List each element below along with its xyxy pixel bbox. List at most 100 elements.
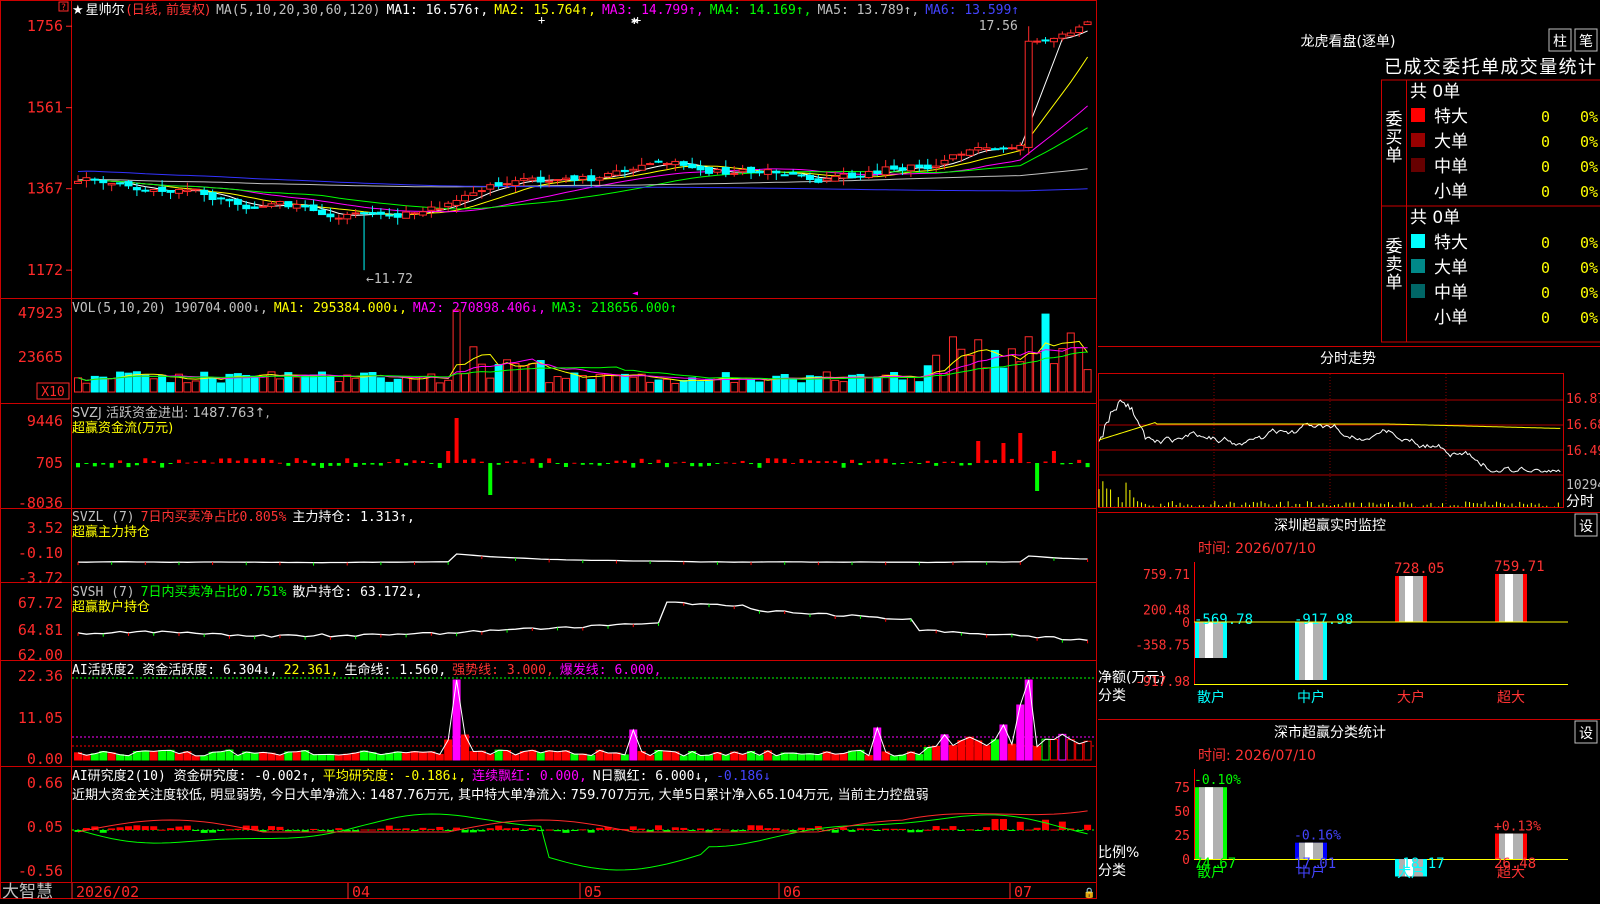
fundflow-bar[interactable] (807, 460, 812, 463)
research-bar[interactable] (200, 830, 208, 833)
fundflow-bar[interactable] (883, 458, 888, 463)
volume-bar[interactable] (654, 379, 663, 393)
activity-bar[interactable] (385, 752, 394, 761)
activity-bar[interactable] (755, 754, 764, 761)
activity-bar[interactable] (410, 751, 419, 761)
fundflow-bar[interactable] (1018, 433, 1023, 463)
activity-bar[interactable] (1083, 740, 1092, 761)
research-bar[interactable] (739, 830, 747, 832)
candle-body[interactable] (974, 147, 983, 151)
volume-bar[interactable] (789, 378, 798, 393)
research-bar[interactable] (217, 830, 225, 831)
candle-body[interactable] (275, 200, 284, 205)
fundflow-bar[interactable] (303, 460, 308, 463)
fundflow-bar[interactable] (816, 461, 821, 463)
research-bar[interactable] (368, 829, 376, 831)
volume-bar[interactable] (326, 376, 335, 393)
fundflow-bar[interactable] (1077, 459, 1082, 463)
activity-bar[interactable] (124, 755, 133, 761)
candle-body[interactable] (444, 202, 453, 208)
fundflow-bar[interactable] (412, 460, 417, 463)
volume-bar[interactable] (797, 382, 806, 393)
research-bar[interactable] (183, 825, 191, 830)
candle-body[interactable] (317, 209, 326, 216)
fundflow-bar[interactable] (942, 461, 947, 463)
candle-body[interactable] (604, 172, 613, 178)
research-bar[interactable] (99, 830, 107, 833)
candle-body[interactable] (200, 189, 209, 196)
activity-bar[interactable] (191, 755, 200, 761)
candle-body[interactable] (503, 183, 512, 186)
fundflow-bar[interactable] (328, 463, 333, 466)
research-bar[interactable] (310, 828, 318, 830)
fundflow-bar[interactable] (967, 463, 972, 466)
volume-bar[interactable] (587, 379, 596, 393)
research-bar[interactable] (167, 828, 175, 830)
fundflow-bar[interactable] (513, 460, 518, 463)
stock-name[interactable]: 星帅尔 (86, 3, 125, 18)
fundflow-bar[interactable] (235, 460, 240, 463)
activity-bar[interactable] (326, 753, 335, 761)
activity-bar[interactable] (805, 753, 814, 761)
activity-bar[interactable] (158, 750, 167, 761)
activity-bar[interactable] (915, 754, 924, 761)
fundflow-bar[interactable] (656, 459, 661, 463)
activity-bar[interactable] (351, 752, 360, 761)
fundflow-bar[interactable] (446, 451, 451, 463)
research-bar[interactable] (713, 828, 721, 830)
activity-bar[interactable] (368, 752, 377, 761)
lhb-stat-tabs[interactable]: 已成交委托单成交量统计 (1384, 57, 1596, 78)
volume-bar[interactable] (1041, 313, 1050, 393)
volume-bar[interactable] (334, 381, 343, 393)
candle-body[interactable] (772, 170, 781, 174)
research-bar[interactable] (1033, 827, 1041, 830)
fundflow-bar[interactable] (1035, 463, 1040, 491)
activity-bar[interactable] (873, 727, 882, 761)
volume-bar[interactable] (158, 374, 167, 393)
candle-body[interactable] (1058, 33, 1067, 39)
candle-body[interactable] (343, 213, 352, 220)
fundflow-bar[interactable] (134, 463, 139, 466)
research-bar[interactable] (781, 829, 789, 831)
research-bar[interactable] (478, 830, 486, 832)
volume-bar[interactable] (1049, 363, 1058, 393)
candle-body[interactable] (351, 212, 360, 215)
research-bar[interactable] (276, 826, 284, 830)
activity-bar[interactable] (839, 752, 848, 761)
fundflow-bar[interactable] (1060, 463, 1065, 465)
activity-bar[interactable] (797, 753, 806, 761)
volume-bar[interactable] (1058, 348, 1067, 393)
activity-bar[interactable] (1007, 743, 1016, 761)
research-bar[interactable] (856, 828, 864, 830)
fundflow-bar[interactable] (185, 462, 190, 464)
candle-body[interactable] (225, 198, 234, 202)
fundflow-bar[interactable] (555, 463, 560, 464)
volume-bar[interactable] (292, 376, 301, 393)
activity-bar[interactable] (275, 754, 284, 761)
research-bar[interactable] (402, 828, 410, 830)
research-bar[interactable] (225, 829, 233, 831)
research-bar[interactable] (520, 830, 528, 831)
volume-bar[interactable] (259, 374, 268, 393)
research-bar[interactable] (469, 830, 477, 833)
fundflow-bar[interactable] (664, 463, 669, 468)
candle-body[interactable] (662, 163, 671, 166)
candle-body[interactable] (1024, 40, 1033, 148)
activity-bar[interactable] (662, 750, 671, 761)
candle-body[interactable] (90, 178, 99, 181)
volume-bar[interactable] (511, 362, 520, 393)
fundflow-bar[interactable] (252, 459, 257, 463)
fundflow-bar[interactable] (193, 461, 198, 463)
activity-bar[interactable] (376, 754, 385, 761)
volume-bar[interactable] (595, 373, 604, 393)
candle-body[interactable] (688, 163, 697, 169)
fundflow-bar[interactable] (732, 462, 737, 464)
candle-body[interactable] (780, 174, 789, 177)
fundflow-bar[interactable] (833, 460, 838, 463)
activity-bar[interactable] (217, 751, 226, 761)
research-bar[interactable] (461, 830, 469, 833)
volume-bar[interactable] (166, 382, 175, 393)
research-bar[interactable] (192, 830, 200, 831)
activity-bar[interactable] (965, 736, 974, 761)
fundflow-bar[interactable] (698, 463, 703, 467)
